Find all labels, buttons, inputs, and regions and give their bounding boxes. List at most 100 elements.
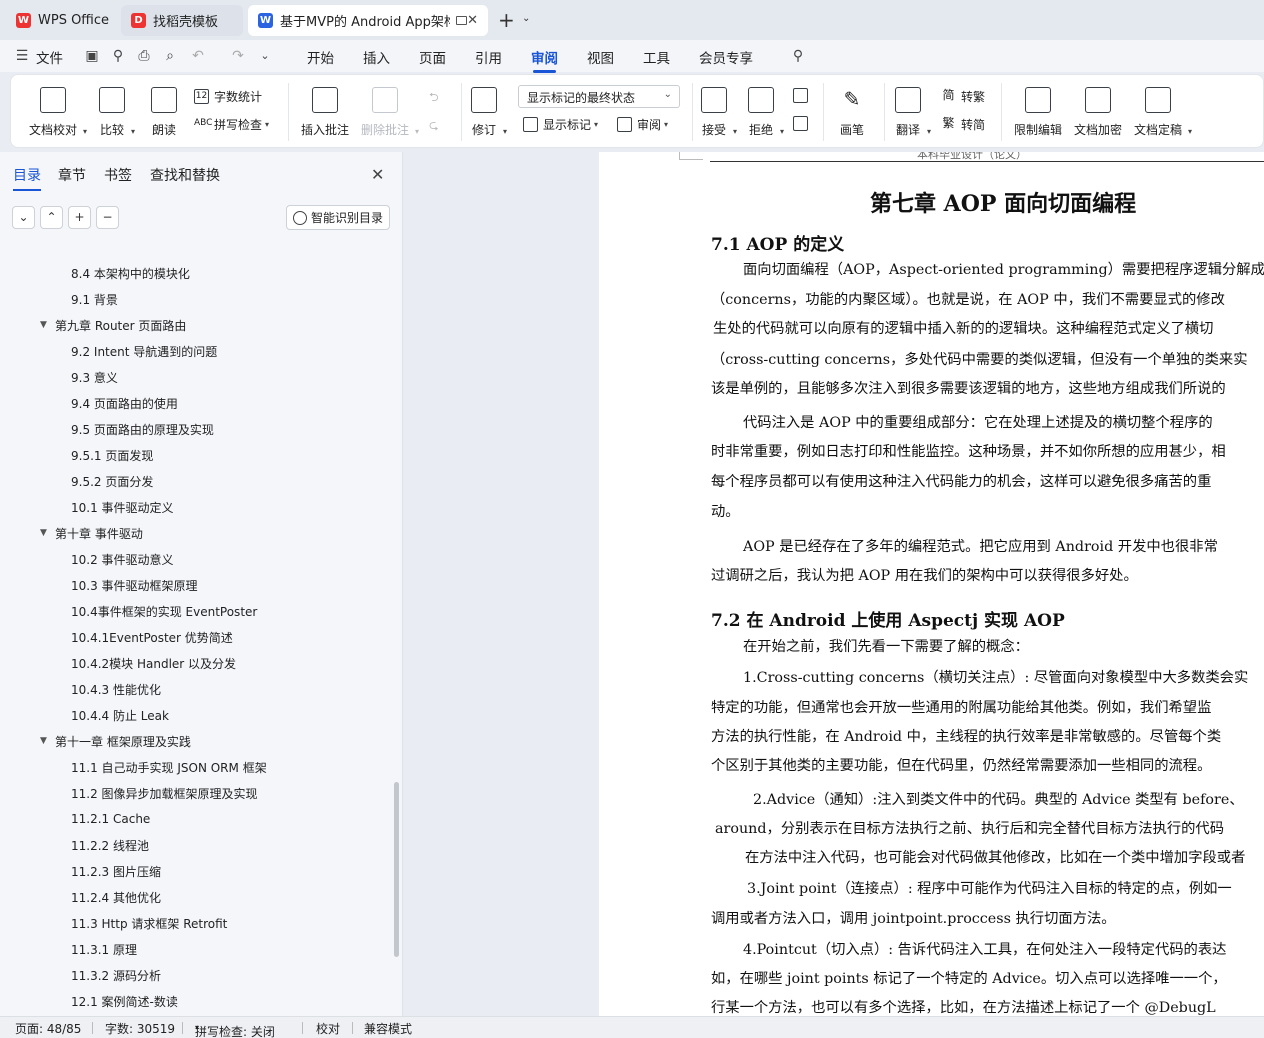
word-count-button[interactable]: 12 字数统计	[194, 88, 262, 105]
smart-toc-label: 智能识别目录	[310, 211, 383, 225]
word-count-indicator[interactable]: 字数: 30519	[105, 1020, 175, 1037]
print-icon[interactable]: ⎙	[136, 48, 152, 64]
revise-button[interactable]: 修订 ▾	[471, 87, 507, 138]
menu-reference[interactable]: 引用	[475, 47, 502, 67]
accept-button[interactable]: 接受 ▾	[701, 87, 737, 138]
save-icon[interactable]: ▣	[84, 48, 100, 64]
close-tab-icon[interactable]: ✕	[467, 13, 478, 28]
toc-section-item[interactable]: 11.3.1 原理	[0, 936, 137, 962]
expand-up-icon[interactable]: ⌃	[40, 206, 63, 229]
tab-toc[interactable]: 目录	[13, 165, 41, 191]
toc-section-item[interactable]: 8.3.3 ...	[0, 236, 117, 244]
page-indicator[interactable]: 页面: 48/85	[15, 1020, 81, 1037]
encrypt-button[interactable]: 文档加密	[1074, 87, 1122, 138]
hamburger-icon[interactable]: ☰	[14, 48, 30, 64]
restrict-edit-button[interactable]: 限制编辑	[1014, 87, 1062, 138]
toc-section-item[interactable]: 11.2.2 线程池	[0, 832, 149, 858]
toc-section-item[interactable]: 9.1 背景	[0, 286, 118, 312]
insert-comment-button[interactable]: 插入批注	[301, 87, 349, 138]
toc-section-item[interactable]: 10.4.4 防止 Leak	[0, 702, 169, 728]
toc-section-item[interactable]: 11.3.2 源码分析	[0, 962, 161, 988]
tab-document[interactable]: W 基于MVP的 Android App架构 ✕	[248, 5, 488, 36]
pen-button[interactable]: ✎ 画笔	[839, 87, 865, 138]
quick-access-more-icon[interactable]: ⌄	[257, 48, 273, 64]
chevron-down-icon[interactable]: ⌄	[522, 13, 530, 24]
new-tab-icon[interactable]: +	[498, 8, 515, 32]
docer-logo-icon: D	[131, 13, 146, 28]
toc-section-item[interactable]: 10.4.2模块 Handler 以及分发	[0, 650, 236, 676]
toc-section-item[interactable]: 10.4.3 性能优化	[0, 676, 161, 702]
next-change-icon[interactable]	[793, 116, 813, 131]
menu-insert[interactable]: 插入	[363, 47, 390, 67]
toc-chapter-item[interactable]: ▼ 第十章 事件驱动	[0, 520, 143, 546]
search-icon[interactable]: ⚲	[790, 48, 806, 64]
mark-state-select[interactable]: 显示标记的最终状态 ⌄	[518, 85, 680, 108]
expand-arrow-icon[interactable]: ▼	[40, 528, 47, 538]
print-preview-icon[interactable]: ⌕	[162, 48, 178, 64]
toc-section-item[interactable]: 9.5 页面路由的原理及实现	[0, 416, 214, 442]
toc-section-item[interactable]: 9.5.1 页面发现	[0, 442, 153, 468]
toc-section-item[interactable]: 10.4.1EventPoster 优势简述	[0, 624, 233, 650]
menu-start[interactable]: 开始	[307, 47, 334, 67]
expand-arrow-icon[interactable]: ▼	[40, 736, 47, 746]
toc-section-item[interactable]: 9.2 Intent 导航遇到的问题	[0, 338, 217, 364]
toc-section-item[interactable]: 11.2.3 图片压缩	[0, 858, 161, 884]
spell-check-button[interactable]: ABC 拼写检查 ▾	[194, 116, 269, 133]
undo-icon[interactable]: ↶	[190, 48, 206, 64]
proofread-status[interactable]: 校对	[316, 1020, 340, 1037]
toc-chapter-item[interactable]: ▼ 第十一章 框架原理及实践	[0, 728, 191, 754]
menu-review[interactable]: 审阅	[531, 47, 558, 73]
menu-member[interactable]: 会员专享	[699, 47, 753, 67]
tab-find-replace[interactable]: 查找和替换	[150, 165, 220, 185]
doc-check-button[interactable]: 文档校对 ▾	[29, 87, 87, 138]
toc-section-item[interactable]: 9.4 页面路由的使用	[0, 390, 178, 416]
translate-button[interactable]: 翻译 ▾	[895, 87, 931, 138]
menu-view[interactable]: 视图	[587, 47, 614, 67]
toc-section-item[interactable]: 12.1 案例简述-数读	[0, 988, 178, 1014]
tab-wps-office[interactable]: W WPS Office	[6, 5, 116, 36]
toc-section-item[interactable]: 11.2.4 其他优化	[0, 884, 161, 910]
compare-button[interactable]: 比较 ▾	[99, 87, 135, 138]
finalize-button[interactable]: 文档定稿 ▾	[1134, 87, 1192, 138]
toc-section-item[interactable]: 10.2 事件驱动意义	[0, 546, 174, 572]
show-marks-button[interactable]: 显示标记 ▾	[523, 116, 598, 133]
share-icon[interactable]: ⚲	[110, 48, 126, 64]
delete-comment-button[interactable]: 删除批注 ▾	[361, 87, 419, 138]
toc-chapter-item[interactable]: ▼ 第九章 Router 页面路由	[0, 312, 186, 338]
close-pane-icon[interactable]: ✕	[371, 165, 384, 184]
tab-chapters[interactable]: 章节	[58, 165, 86, 185]
spell-check-icon: ABC	[194, 118, 213, 128]
next-comment-icon[interactable]: ⮎	[429, 116, 439, 137]
read-aloud-button[interactable]: 朗读	[151, 87, 177, 138]
to-simplified-button[interactable]: 繁转简	[941, 116, 985, 133]
toc-section-item[interactable]: 11.2 图像异步加载框架原理及实现	[0, 780, 258, 806]
tab-template[interactable]: D 找稻壳模板	[121, 5, 243, 36]
screen-icon[interactable]	[456, 16, 467, 25]
reject-button[interactable]: 拒绝 ▾	[748, 87, 784, 138]
expand-arrow-icon[interactable]: ▼	[40, 320, 47, 330]
menu-tools[interactable]: 工具	[643, 47, 670, 67]
toc-section-item[interactable]: 8.4 本架构中的模块化	[0, 260, 190, 286]
document-page[interactable]: 本科毕业设计（论文） 第七章 AOP 面向切面编程 7.1 AOP 的定义 7.…	[599, 152, 1264, 1016]
toc-section-item[interactable]: 10.4事件框架的实现 EventPoster	[0, 598, 257, 624]
toc-section-item[interactable]: 10.3 事件驱动框架原理	[0, 572, 198, 598]
tab-bookmarks[interactable]: 书签	[104, 165, 132, 185]
toc-section-item[interactable]: 11.2.1 Cache	[0, 806, 150, 832]
redo-icon[interactable]: ↷	[230, 48, 246, 64]
smart-toc-button[interactable]: 智能识别目录	[286, 205, 390, 230]
prev-change-icon[interactable]	[793, 88, 813, 103]
remove-heading-icon[interactable]: −	[96, 206, 119, 229]
toc-section-item[interactable]: 9.5.2 页面分发	[0, 468, 153, 494]
review-pane-button[interactable]: 审阅 ▾	[617, 116, 668, 133]
toc-section-item[interactable]: 11.1 自己动手实现 JSON ORM 框架	[0, 754, 267, 780]
toc-section-item[interactable]: 11.3 Http 请求框架 Retrofit	[0, 910, 227, 936]
collapse-icon[interactable]: ⌄	[12, 206, 35, 229]
add-heading-icon[interactable]: +	[68, 206, 91, 229]
to-traditional-button[interactable]: 简转繁	[941, 88, 985, 105]
toc-scrollbar[interactable]	[394, 782, 399, 957]
prev-comment-icon[interactable]: ⮌	[429, 88, 439, 109]
menu-page[interactable]: 页面	[419, 47, 446, 67]
toc-section-item[interactable]: 10.1 事件驱动定义	[0, 494, 174, 520]
toc-section-item[interactable]: 9.3 意义	[0, 364, 118, 390]
menu-file[interactable]: 文件	[36, 47, 63, 67]
